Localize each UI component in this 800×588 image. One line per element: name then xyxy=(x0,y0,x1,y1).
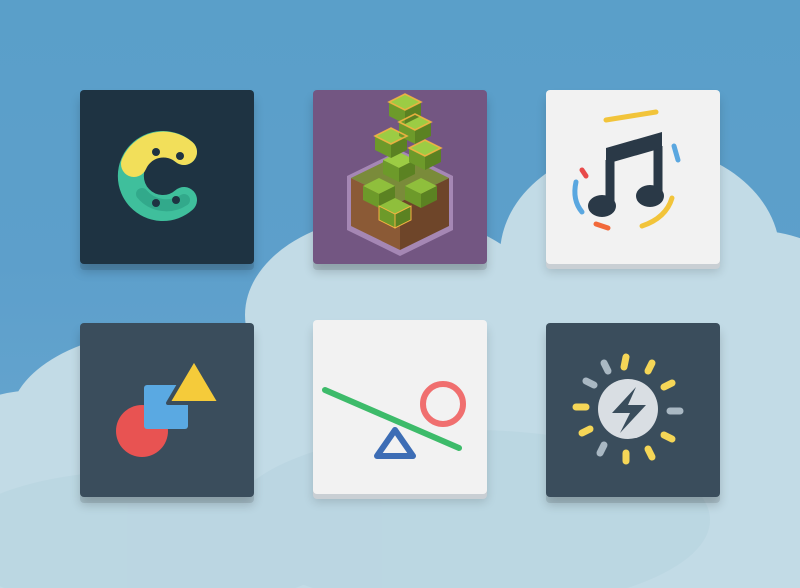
app-icon-music[interactable] xyxy=(546,90,720,264)
seesaw-balance-icon xyxy=(322,381,466,459)
cloud-background-icon xyxy=(0,145,800,588)
music-note-icon xyxy=(572,109,681,231)
geometric-shapes-icon xyxy=(116,357,222,457)
app-icon-voxel-block[interactable] xyxy=(313,90,487,264)
sun-lightning-brightness-icon xyxy=(572,353,684,465)
app-icon-c-logo[interactable] xyxy=(80,90,254,264)
c-logo-icon xyxy=(117,131,197,221)
app-icon-brightness[interactable] xyxy=(546,323,720,497)
voxel-grass-block-icon xyxy=(347,93,453,256)
app-icon-seesaw[interactable] xyxy=(313,320,487,494)
icon-pack-preview xyxy=(0,0,800,588)
app-icon-shapes[interactable] xyxy=(80,323,254,497)
